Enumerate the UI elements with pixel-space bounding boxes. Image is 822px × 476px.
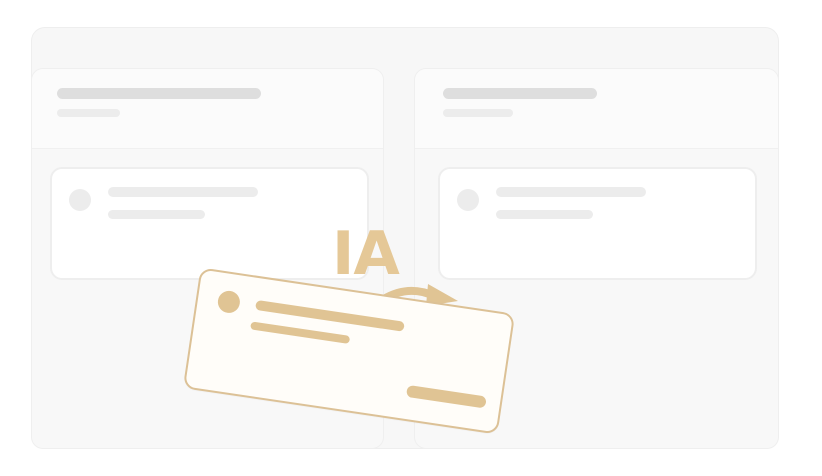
- task-card[interactable]: [438, 167, 757, 280]
- avatar: [457, 189, 479, 211]
- card-subtitle-placeholder: [250, 321, 351, 344]
- column-subtitle-placeholder: [443, 109, 513, 117]
- avatar: [216, 289, 242, 315]
- card-title-placeholder: [496, 187, 646, 197]
- avatar: [69, 189, 91, 211]
- column-subtitle-placeholder: [57, 109, 120, 117]
- kanban-illustration: IA: [0, 0, 822, 476]
- card-subtitle-placeholder: [496, 210, 593, 219]
- card-tag-placeholder: [405, 384, 487, 409]
- card-subtitle-placeholder: [108, 210, 205, 219]
- task-card[interactable]: [50, 167, 369, 280]
- column-header: [32, 69, 383, 149]
- card-title-placeholder: [108, 187, 258, 197]
- column-title-placeholder: [57, 88, 261, 99]
- column-header: [415, 69, 778, 149]
- column-title-placeholder: [443, 88, 597, 99]
